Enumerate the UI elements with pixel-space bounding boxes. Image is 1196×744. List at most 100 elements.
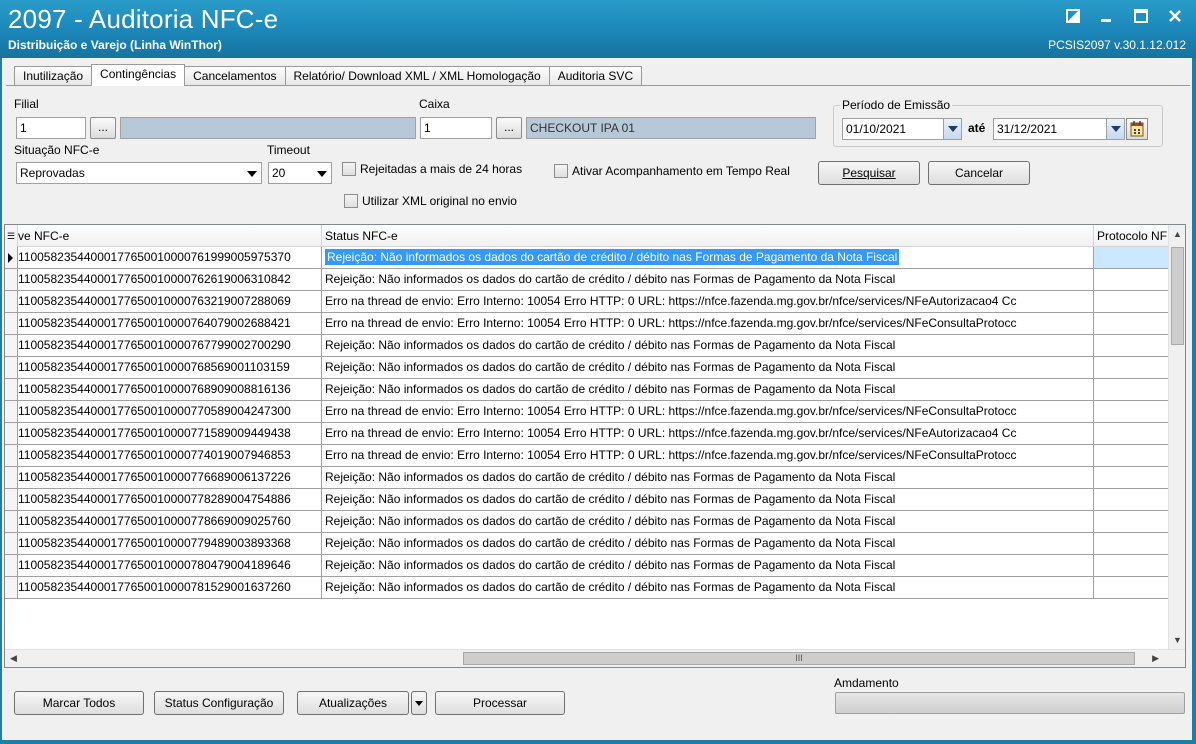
timeout-value: 20	[272, 166, 286, 180]
status-cell: Erro na thread de envio: Erro Interno: 1…	[322, 445, 1094, 466]
grid-rows: 1100582354400017765001000076199900597537…	[5, 247, 1169, 599]
timeout-select[interactable]: 20	[268, 162, 332, 184]
row-indicator[interactable]	[5, 445, 18, 466]
acompanhamento-checkbox[interactable]: Ativar Acompanhamento em Tempo Real	[554, 164, 790, 178]
row-indicator[interactable]	[5, 577, 18, 598]
tab-cancelamentos[interactable]: Cancelamentos	[184, 66, 286, 86]
maximize-button[interactable]	[1130, 6, 1152, 28]
situacao-value: Reprovadas	[20, 166, 85, 180]
date-from-picker[interactable]: 01/10/2021	[842, 118, 962, 140]
tab-relatorio-download-xml[interactable]: Relatório/ Download XML / XML Homologaçã…	[284, 66, 550, 86]
rejeitadas-24h-checkbox[interactable]: Rejeitadas a mais de 24 horas	[342, 162, 522, 176]
row-indicator[interactable]	[5, 467, 18, 488]
caixa-lookup-button[interactable]: ...	[496, 117, 522, 139]
row-indicator[interactable]	[5, 401, 18, 422]
table-row[interactable]: 110058235440001776500100007689090088161​…	[5, 379, 1169, 401]
date-from-value: 01/10/2021	[846, 122, 907, 136]
status-configuracao-button[interactable]: Status Configuração	[154, 691, 284, 715]
close-button[interactable]	[1164, 6, 1186, 28]
atualizacoes-button[interactable]: Atualizações	[297, 691, 409, 715]
tab-strip: Inutilização Contingências Cancelamentos…	[14, 64, 643, 86]
table-row[interactable]: 110058235440001776500100007705890042473​…	[5, 401, 1169, 423]
row-indicator[interactable]	[5, 291, 18, 312]
status-text: Rejeição: Não informados os dados do car…	[325, 558, 896, 572]
row-indicator[interactable]	[5, 357, 18, 378]
date-to-picker[interactable]: 31/12/2021	[993, 118, 1125, 140]
tab-inutilizacao[interactable]: Inutilização	[14, 66, 93, 86]
row-indicator[interactable]	[5, 511, 18, 532]
pesquisar-button[interactable]: Pesquisar	[818, 161, 920, 185]
status-text: Erro na thread de envio: Erro Interno: 1…	[325, 316, 1017, 330]
protocolo-cell	[1094, 357, 1169, 378]
caixa-code-input[interactable]: 1	[420, 117, 492, 139]
table-row[interactable]: 110058235440001776500100007786690090257​…	[5, 511, 1169, 533]
row-indicator[interactable]	[5, 313, 18, 334]
filial-lookup-button[interactable]: ...	[90, 117, 116, 139]
restore-layout-button[interactable]	[1062, 6, 1084, 28]
status-cell: Rejeição: Não informados os dados do car…	[322, 533, 1094, 554]
calendar-button[interactable]	[1126, 118, 1148, 140]
status-text: Rejeição: Não informados os dados do car…	[325, 338, 896, 352]
situacao-select[interactable]: Reprovadas	[16, 162, 262, 184]
scroll-up-icon[interactable]: ▲	[1173, 229, 1182, 239]
row-indicator[interactable]	[5, 533, 18, 554]
chave-cell: 110058235440001776500100007766890061372​…	[18, 467, 322, 488]
row-indicator[interactable]	[5, 489, 18, 510]
row-indicator[interactable]	[5, 379, 18, 400]
xml-original-checkbox[interactable]: Utilizar XML original no envio	[344, 194, 517, 208]
row-indicator[interactable]	[5, 247, 18, 268]
status-cell: Erro na thread de envio: Erro Interno: 1…	[322, 423, 1094, 444]
processar-button[interactable]: Processar	[435, 691, 565, 715]
table-row[interactable]: 110058235440001776500100007815290016372​…	[5, 577, 1169, 599]
grid-options-icon[interactable]: ☰	[5, 225, 18, 247]
version-label: PCSIS2097 v.30.1.12.012	[1048, 38, 1186, 52]
protocolo-cell	[1094, 445, 1169, 466]
vertical-scroll-thumb[interactable]	[1171, 247, 1184, 345]
status-text: Erro na thread de envio: Erro Interno: 1…	[325, 404, 1017, 418]
table-row[interactable]: 110058235440001776500100007766890061372​…	[5, 467, 1169, 489]
table-row[interactable]: 110058235440001776500100007626190063108​…	[5, 269, 1169, 291]
table-row[interactable]: 110058235440001776500100007640790026884​…	[5, 313, 1169, 335]
horizontal-scrollbar[interactable]: ◀ III ▶	[5, 649, 1185, 667]
scroll-left-icon[interactable]: ◀	[10, 653, 17, 664]
protocolo-cell	[1094, 577, 1169, 598]
column-status-nfce[interactable]: Status NFC-e	[322, 225, 1094, 247]
column-protocolo[interactable]: Protocolo NF	[1094, 225, 1169, 247]
scroll-right-icon[interactable]: ▶	[1152, 653, 1159, 664]
status-cell: Erro na thread de envio: Erro Interno: 1…	[322, 401, 1094, 422]
table-row[interactable]: 110058235440001776500100007740190079468​…	[5, 445, 1169, 467]
tab-auditoria-svc[interactable]: Auditoria SVC	[548, 66, 643, 86]
atualizacoes-dropdown-button[interactable]	[411, 691, 427, 715]
table-row[interactable]: 110058235440001776500100007677990027002​…	[5, 335, 1169, 357]
status-cell: Rejeição: Não informados os dados do car…	[322, 269, 1094, 290]
table-row[interactable]: 110058235440001776500100007794890038933​…	[5, 533, 1169, 555]
row-indicator[interactable]	[5, 269, 18, 290]
nfce-grid[interactable]: ☰ ve NFC-e Status NFC-e Protocolo NF 110…	[4, 224, 1186, 668]
marcar-todos-button[interactable]: Marcar Todos	[14, 691, 144, 715]
date-to-dropdown-icon[interactable]	[1106, 119, 1124, 139]
date-from-dropdown-icon[interactable]	[943, 119, 961, 139]
table-row[interactable]: 110058235440001776500100007715890094494​…	[5, 423, 1169, 445]
cancelar-button[interactable]: Cancelar	[928, 161, 1030, 185]
row-indicator[interactable]	[5, 555, 18, 576]
table-row[interactable]: 110058235440001776500100007685690011031​…	[5, 357, 1169, 379]
timeout-label: Timeout	[267, 143, 310, 157]
filial-code-input[interactable]: 1	[16, 117, 86, 139]
tab-contingencias[interactable]: Contingências	[91, 64, 186, 86]
horizontal-scroll-thumb[interactable]: III	[463, 652, 1135, 665]
status-text: Rejeição: Não informados os dados do car…	[325, 536, 896, 550]
column-chave-nfce[interactable]: ve NFC-e	[18, 225, 322, 247]
scroll-down-icon[interactable]: ▼	[1173, 635, 1182, 645]
minimize-button[interactable]	[1096, 6, 1118, 28]
status-text: Rejeição: Não informados os dados do car…	[325, 360, 896, 374]
row-indicator[interactable]	[5, 423, 18, 444]
table-row[interactable]: 110058235440001776500100007782890047548​…	[5, 489, 1169, 511]
protocolo-cell	[1094, 291, 1169, 312]
table-row[interactable]: 110058235440001776500100007632190072880​…	[5, 291, 1169, 313]
row-indicator[interactable]	[5, 335, 18, 356]
table-row[interactable]: 1100582354400017765001000076199900597537…	[5, 247, 1169, 269]
chave-cell: 110058235440001776500100007632190072880​…	[18, 291, 322, 312]
table-row[interactable]: 110058235440001776500100007804790041896​…	[5, 555, 1169, 577]
chave-cell: 110058235440001776500100007715890094494​…	[18, 423, 322, 444]
vertical-scrollbar[interactable]: ▲ ▼	[1168, 225, 1185, 649]
